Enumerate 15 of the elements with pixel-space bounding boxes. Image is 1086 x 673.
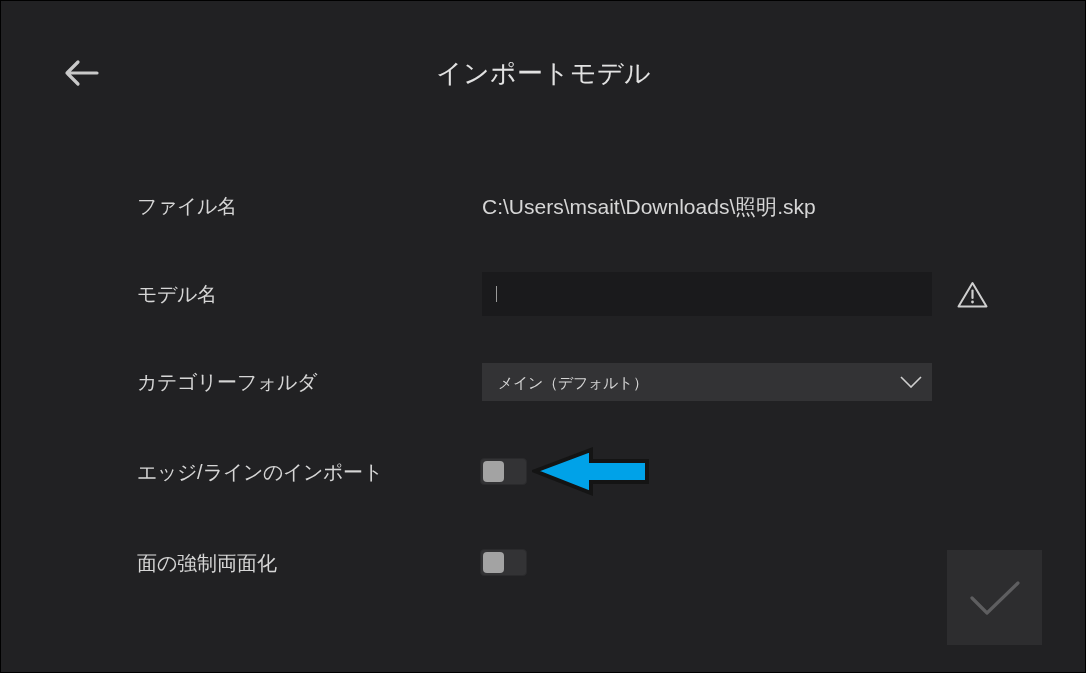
chevron-down-icon — [900, 376, 922, 388]
page-title: インポートモデル — [435, 59, 651, 86]
text-cursor-icon — [496, 286, 497, 302]
field-label: 面の強制両面化 — [137, 552, 278, 573]
checkmark-icon — [968, 579, 1021, 616]
category-dropdown[interactable]: メイン（デフォルト） — [482, 363, 932, 401]
field-label: カテゴリーフォルダ — [137, 372, 319, 392]
field-label: エッジ/ラインのインポート — [137, 461, 384, 482]
toggle-switch[interactable] — [480, 549, 527, 576]
toggle-switch[interactable] — [480, 458, 527, 485]
back-arrow-icon — [63, 58, 99, 87]
field-label: モデル名 — [137, 284, 218, 304]
file-path-text: C:\Users\msait\Downloads\照明.skp — [482, 195, 816, 217]
model-name-input[interactable] — [482, 272, 932, 316]
field-label: ファイル名 — [137, 196, 238, 216]
